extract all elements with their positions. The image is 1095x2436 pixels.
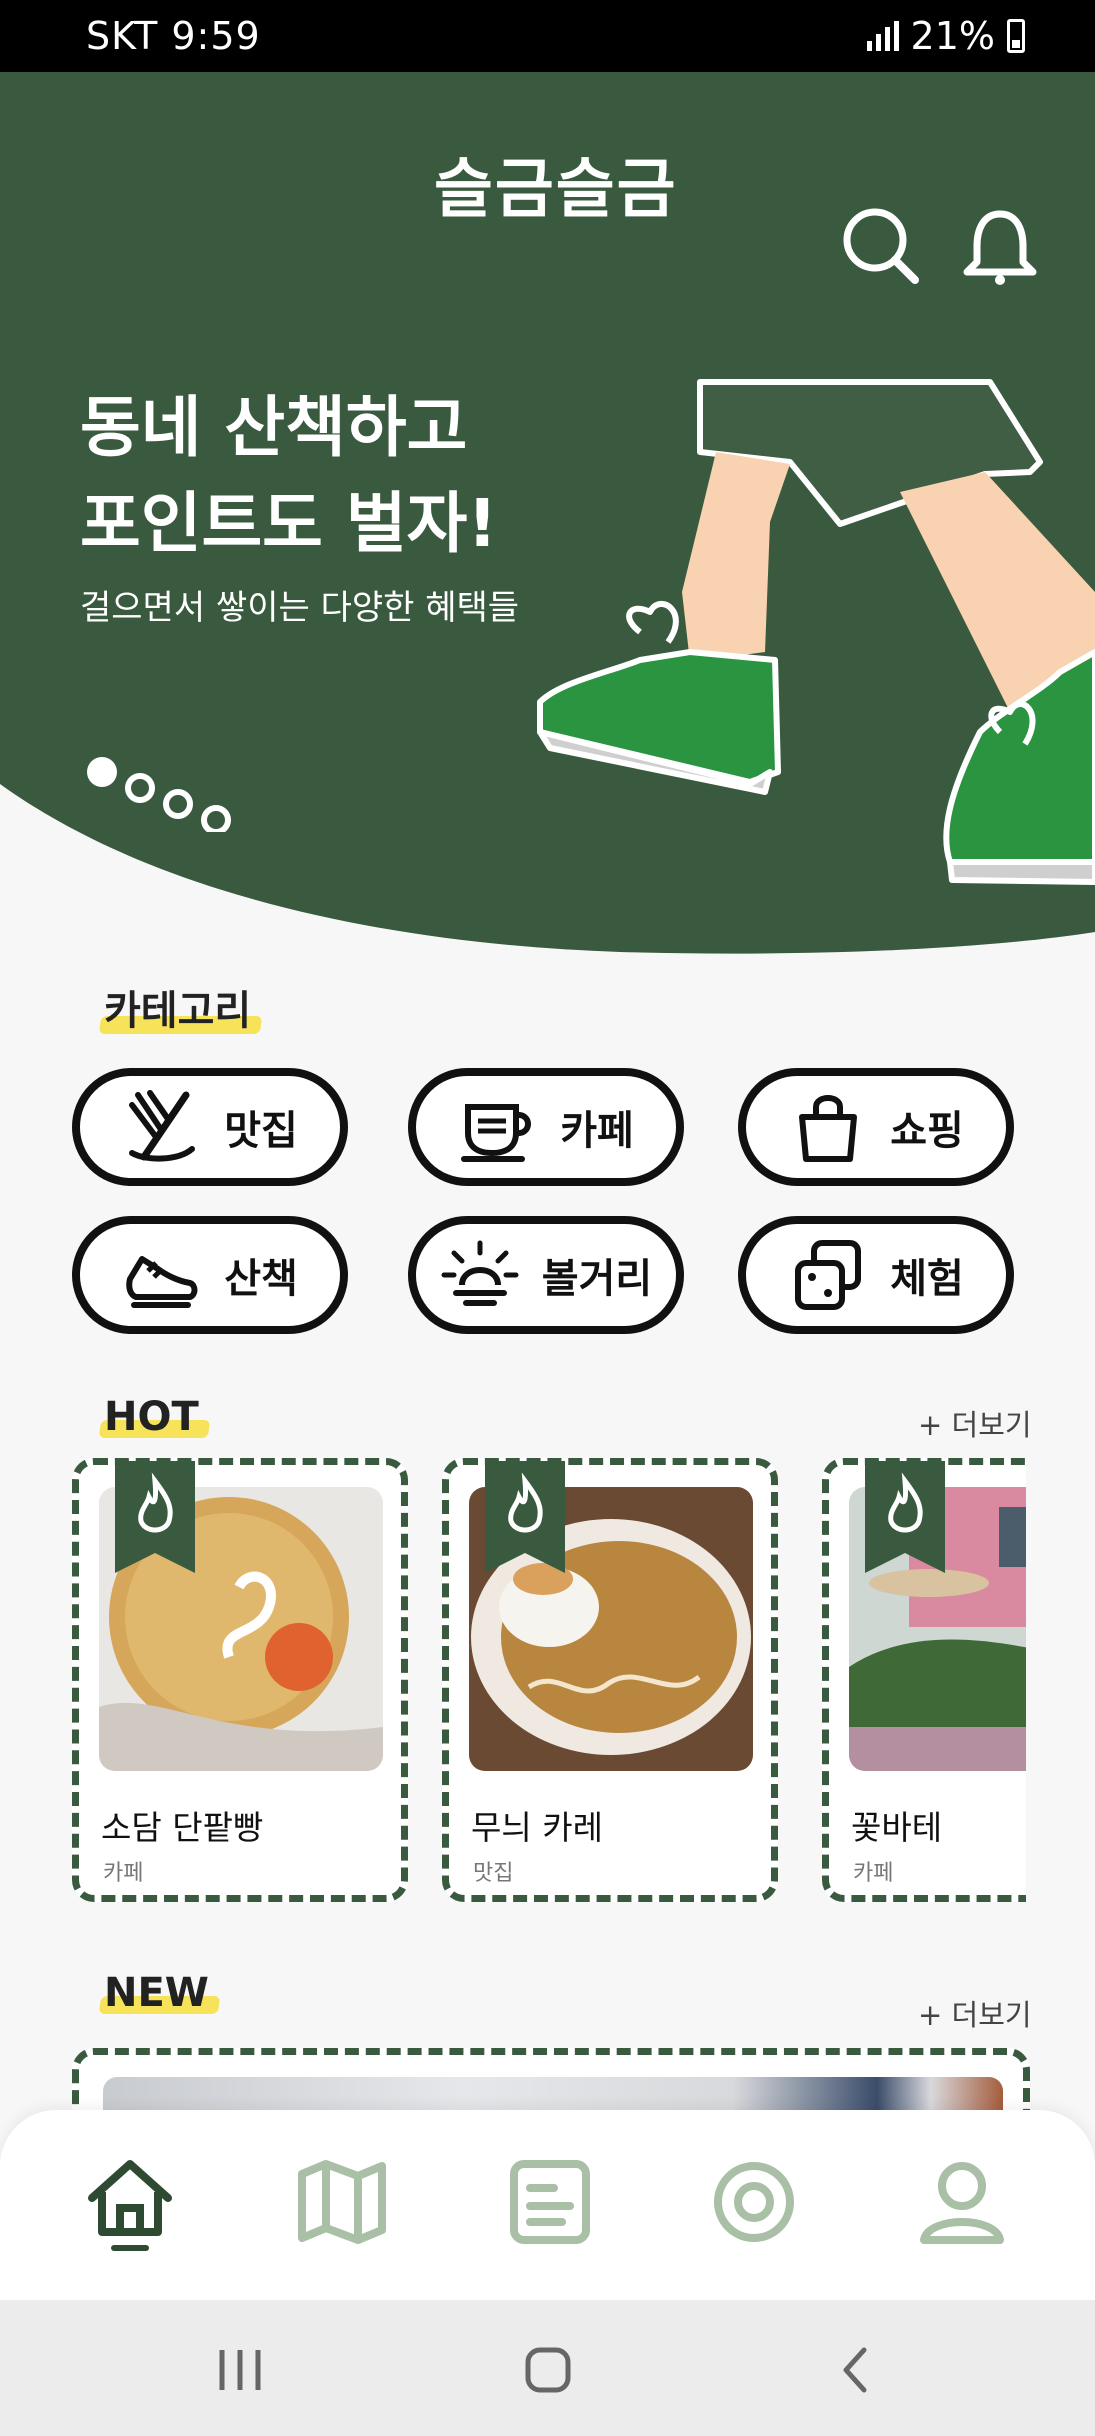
place-category: 맛집 bbox=[473, 1861, 514, 1886]
status-right: 21% bbox=[866, 14, 1025, 58]
battery-text: 21% bbox=[910, 14, 995, 58]
carousel-indicator bbox=[87, 757, 231, 832]
category-label: 체험 bbox=[890, 1256, 964, 1302]
home-icon[interactable] bbox=[80, 2152, 180, 2252]
new-section-title: NEW bbox=[104, 1970, 209, 2016]
place-category: 카페 bbox=[103, 1861, 144, 1886]
back-icon[interactable] bbox=[826, 2340, 886, 2400]
bell-icon[interactable] bbox=[955, 200, 1045, 290]
category-experience-button[interactable]: 체험 bbox=[738, 1216, 1014, 1334]
hot-card[interactable]: 꽃바테 카페 bbox=[822, 1458, 1026, 1902]
category-label: 볼거리 bbox=[541, 1256, 653, 1302]
camera-lens-icon[interactable] bbox=[704, 2152, 804, 2252]
place-name: 무늬 카레 bbox=[471, 1808, 603, 1847]
coffee-cup-icon bbox=[461, 1104, 532, 1162]
profile-icon[interactable] bbox=[912, 2152, 1012, 2252]
carousel-dot bbox=[201, 805, 231, 832]
hot-more-link[interactable]: + 더보기 bbox=[918, 1402, 1032, 1444]
hot-card[interactable]: 소담 단팥빵 카페 bbox=[72, 1458, 408, 1902]
hot-flame-badge bbox=[115, 1461, 195, 1573]
category-shopping-button[interactable]: 쇼핑 bbox=[738, 1068, 1014, 1186]
recent-apps-icon[interactable] bbox=[210, 2340, 270, 2400]
category-restaurant-button[interactable]: 맛집 bbox=[72, 1068, 348, 1186]
carousel-dot-active bbox=[87, 757, 117, 787]
hero-subline: 걸으면서 쌓이는 다양한 혜택들 bbox=[80, 588, 520, 628]
sunrise-icon bbox=[441, 1240, 519, 1306]
carrier-time: SKT 9:59 bbox=[86, 14, 261, 58]
category-label: 산책 bbox=[224, 1256, 298, 1302]
hot-flame-badge bbox=[485, 1461, 565, 1573]
utensils-icon bbox=[129, 1090, 196, 1162]
place-name: 꽃바테 bbox=[851, 1808, 943, 1847]
list-card-icon[interactable] bbox=[500, 2152, 600, 2252]
hot-flame-badge bbox=[865, 1461, 945, 1573]
carousel-dot bbox=[163, 789, 193, 819]
battery-icon bbox=[1007, 19, 1025, 53]
signal-icon bbox=[866, 21, 899, 51]
category-section-title: 카테고리 bbox=[104, 978, 251, 1036]
category-cafe-button[interactable]: 카페 bbox=[408, 1068, 684, 1186]
category-label: 맛집 bbox=[224, 1108, 298, 1154]
dice-icon bbox=[795, 1240, 862, 1310]
category-label: 쇼핑 bbox=[890, 1108, 964, 1154]
hot-card[interactable]: 무늬 카레 맛집 bbox=[442, 1458, 778, 1902]
new-more-link[interactable]: + 더보기 bbox=[918, 1992, 1032, 2034]
hot-section-title: HOT bbox=[104, 1394, 199, 1440]
bottom-tab-bar bbox=[0, 2110, 1095, 2300]
hot-carousel[interactable]: 소담 단팥빵 카페 무늬 카레 맛집 꽃바테 카페 bbox=[0, 1440, 1026, 1920]
place-category: 카페 bbox=[853, 1861, 894, 1886]
category-walk-button[interactable]: 산책 bbox=[72, 1216, 348, 1334]
category-label: 카페 bbox=[560, 1108, 634, 1154]
home-button-icon[interactable] bbox=[518, 2340, 578, 2400]
place-name: 소담 단팥빵 bbox=[101, 1808, 264, 1847]
map-icon[interactable] bbox=[292, 2152, 392, 2252]
category-attractions-button[interactable]: 볼거리 bbox=[408, 1216, 684, 1334]
search-icon[interactable] bbox=[835, 200, 925, 290]
sneaker-icon bbox=[126, 1256, 198, 1308]
shopping-bag-icon bbox=[799, 1095, 858, 1162]
system-navigation-bar bbox=[0, 2300, 1095, 2436]
carousel-dot bbox=[125, 773, 155, 803]
app-title: 슬금슬금 bbox=[434, 153, 678, 227]
hero-banner[interactable]: 슬금슬금 동네 산책하고 포인트도 벌자! 걸으면서 쌓이는 다양한 혜택들 bbox=[0, 72, 1095, 992]
hero-headline: 동네 산책하고 포인트도 벌자! bbox=[80, 389, 498, 562]
status-bar: SKT 9:59 21% bbox=[0, 0, 1095, 72]
